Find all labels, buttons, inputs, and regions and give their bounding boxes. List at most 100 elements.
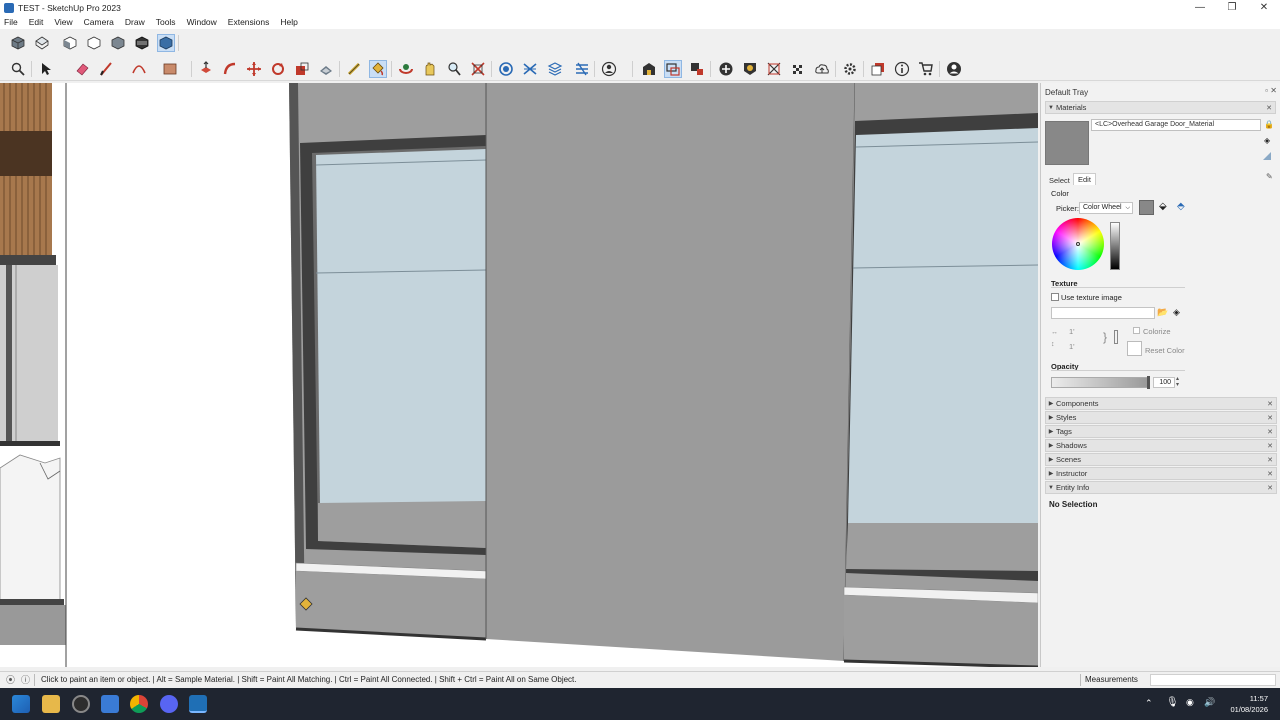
close-button[interactable]: ✕	[1248, 0, 1280, 15]
picker-select[interactable]: Color Wheel ⌵	[1079, 202, 1133, 214]
styles-panel-header[interactable]: ▶ Styles ✕	[1045, 411, 1277, 424]
components-panel-header[interactable]: ▶ Components ✕	[1045, 397, 1277, 410]
arc-icon[interactable]	[130, 60, 148, 78]
left-view-icon[interactable]	[133, 34, 151, 52]
layers-icon[interactable]	[546, 60, 564, 78]
push-pull-icon[interactable]	[197, 60, 215, 78]
scale-icon[interactable]	[293, 60, 311, 78]
chrome-icon[interactable]	[130, 695, 148, 713]
zoom-window-icon[interactable]	[445, 60, 463, 78]
right-view-icon[interactable]	[85, 34, 103, 52]
tags-panel-header[interactable]: ▶ Tags ✕	[1045, 425, 1277, 438]
photo-textures-icon[interactable]	[741, 60, 759, 78]
follow-me-icon[interactable]	[221, 60, 239, 78]
warehouse-icon[interactable]	[640, 60, 658, 78]
texture-path-field[interactable]	[1051, 307, 1155, 319]
cloud-icon[interactable]	[789, 60, 807, 78]
match-color-screen-icon[interactable]: ⬘	[1177, 201, 1185, 212]
windows-start-icon[interactable]	[12, 695, 30, 713]
match-color-model-icon[interactable]: ⬙	[1159, 201, 1167, 212]
select-icon[interactable]	[37, 60, 55, 78]
front-view-icon[interactable]	[61, 34, 79, 52]
extension-warehouse-icon[interactable]	[664, 60, 682, 78]
cloud-upload-icon[interactable]	[813, 60, 831, 78]
paint-bucket-icon[interactable]	[369, 60, 387, 78]
measurements-input[interactable]	[1150, 674, 1276, 686]
aspect-lock-icon[interactable]: }	[1103, 330, 1107, 344]
opacity-input[interactable]: 100	[1153, 377, 1175, 388]
create-material-icon[interactable]: ◈	[1264, 136, 1270, 145]
match-photo-icon[interactable]	[765, 60, 783, 78]
orbit-icon[interactable]	[397, 60, 415, 78]
wifi-icon[interactable]: ◉	[1186, 697, 1194, 708]
materials-panel-header[interactable]: ▼ Materials ✕	[1045, 101, 1276, 114]
panel-close-icon[interactable]: ✕	[1267, 470, 1273, 478]
microphone-icon[interactable]: 🎙	[1166, 697, 1179, 708]
offset-icon[interactable]	[317, 60, 335, 78]
zoom-extents-icon[interactable]	[469, 60, 487, 78]
maximize-button[interactable]: ❐	[1216, 0, 1248, 15]
panel-close-icon[interactable]: ✕	[1267, 400, 1273, 408]
link-icon[interactable]	[1114, 330, 1118, 344]
instructor-icon[interactable]	[893, 60, 911, 78]
tab-select[interactable]: Select	[1045, 175, 1074, 186]
default-material-icon[interactable]	[1263, 152, 1271, 160]
panel-close-icon[interactable]: ✕	[1266, 104, 1272, 112]
scenes-icon[interactable]	[869, 60, 887, 78]
sample-paint-icon[interactable]: ✎	[1266, 172, 1273, 181]
menu-tools[interactable]: Tools	[156, 17, 176, 27]
chevron-up-icon[interactable]: ⌃	[1145, 698, 1153, 709]
menu-view[interactable]: View	[54, 17, 72, 27]
instructor-panel-header[interactable]: ▶ Instructor ✕	[1045, 467, 1277, 480]
rotate-icon[interactable]	[269, 60, 287, 78]
menu-extensions[interactable]: Extensions	[228, 17, 270, 27]
tab-edit[interactable]: Edit	[1073, 173, 1096, 185]
app-icon-1[interactable]	[72, 695, 90, 713]
geo-location-icon[interactable]: ⦿	[6, 673, 15, 686]
zoom-icon[interactable]	[9, 60, 27, 78]
tray-close-icon[interactable]: ✕	[1270, 86, 1277, 95]
scenes-panel-header[interactable]: ▶ Scenes ✕	[1045, 453, 1277, 466]
account-icon[interactable]	[945, 60, 963, 78]
browse-folder-icon[interactable]: 📂	[1157, 307, 1168, 318]
height-value[interactable]: 1'	[1069, 342, 1075, 351]
lock-icon[interactable]: 🔒	[1264, 120, 1274, 129]
material-name-field[interactable]: <LC>Overhead Garage Door_Material	[1091, 119, 1261, 131]
info-icon[interactable]: ⓘ	[21, 673, 30, 686]
bottom-view-icon[interactable]	[157, 34, 175, 52]
menu-camera[interactable]: Camera	[84, 17, 114, 27]
pan-icon[interactable]	[421, 60, 439, 78]
opacity-stepper[interactable]: ▴ ▾	[1176, 376, 1179, 388]
reset-color-button[interactable]: Reset Color	[1145, 346, 1185, 355]
tape-measure-icon[interactable]	[345, 60, 363, 78]
cart-icon[interactable]	[917, 60, 935, 78]
panel-close-icon[interactable]: ✕	[1267, 428, 1273, 436]
color-wheel[interactable]	[1052, 218, 1104, 270]
menu-edit[interactable]: Edit	[29, 17, 44, 27]
colorize-checkbox[interactable]	[1133, 327, 1140, 334]
sketchup-taskbar-icon[interactable]	[189, 695, 207, 713]
volume-icon[interactable]: 🔊	[1204, 697, 1215, 708]
eraser-icon[interactable]	[73, 60, 91, 78]
move-icon[interactable]	[245, 60, 263, 78]
layout-icon[interactable]	[688, 60, 706, 78]
brightness-slider[interactable]	[1110, 222, 1120, 270]
menu-draw[interactable]: Draw	[125, 17, 145, 27]
entity-info-panel-header[interactable]: ▼ Entity Info ✕	[1045, 481, 1277, 494]
panel-close-icon[interactable]: ✕	[1267, 414, 1273, 422]
settings-icon[interactable]	[841, 60, 859, 78]
tray-pin-icon[interactable]: ▫	[1265, 86, 1268, 95]
add-location-icon[interactable]	[717, 60, 735, 78]
sandbox-icon[interactable]	[521, 60, 539, 78]
top-view-icon[interactable]	[33, 34, 51, 52]
use-texture-checkbox[interactable]	[1051, 293, 1059, 301]
menu-file[interactable]: File	[4, 17, 18, 27]
edit-texture-icon[interactable]: ◈	[1173, 307, 1180, 318]
panel-close-icon[interactable]: ✕	[1267, 456, 1273, 464]
app-icon-2[interactable]	[101, 695, 119, 713]
back-view-icon[interactable]	[109, 34, 127, 52]
model-viewport[interactable]	[0, 83, 1038, 667]
shadows-panel-header[interactable]: ▶ Shadows ✕	[1045, 439, 1277, 452]
iso-view-icon[interactable]	[9, 34, 27, 52]
line-icon[interactable]	[97, 60, 115, 78]
